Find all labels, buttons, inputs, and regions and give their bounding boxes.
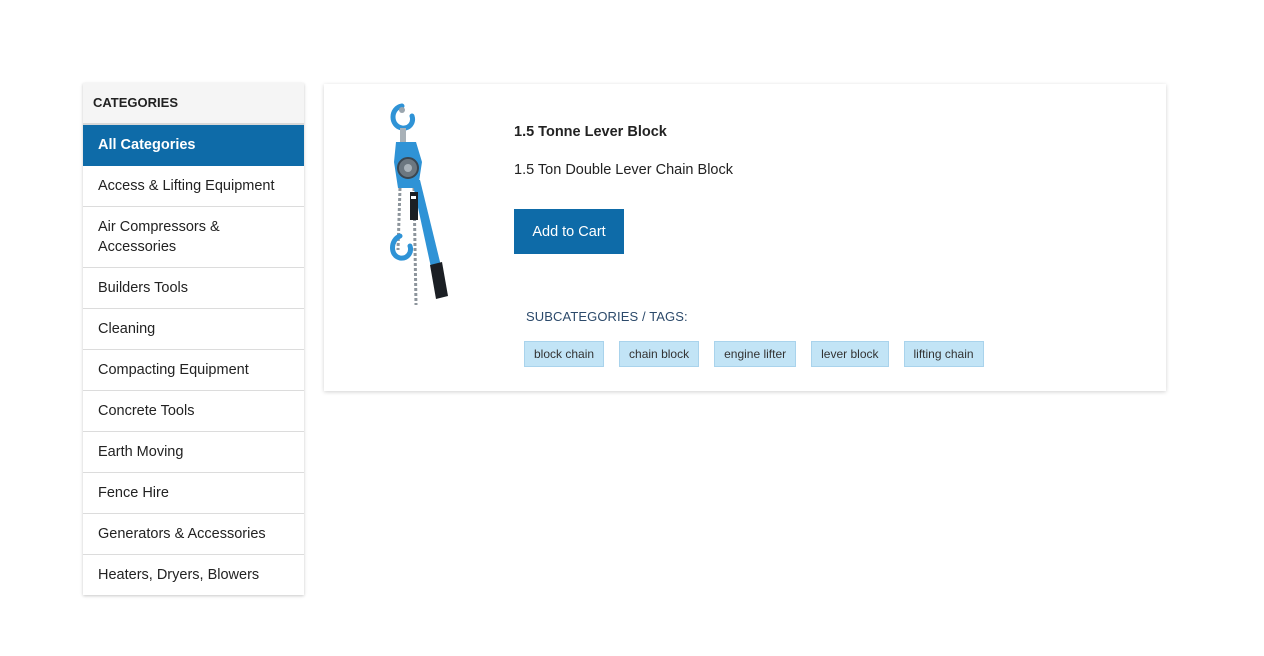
tag-chain-block[interactable]: chain block <box>619 341 700 367</box>
tag-block-chain[interactable]: block chain <box>524 341 605 367</box>
tags-heading-label: SUBCATEGORIES / TAGS <box>526 309 685 324</box>
category-sidebar: CATEGORIES All Categories Access & Lifti… <box>83 83 304 595</box>
lever-block-image[interactable] <box>384 100 454 306</box>
category-item-concrete-tools[interactable]: Concrete Tools <box>83 391 304 432</box>
category-item-access-lifting[interactable]: Access & Lifting Equipment <box>83 166 304 207</box>
category-item-air-compressors[interactable]: Air Compressors & Accessories <box>83 207 304 268</box>
tag-list: block chain chain block engine lifter le… <box>524 341 999 367</box>
category-item-all[interactable]: All Categories <box>83 125 304 166</box>
add-to-cart-button[interactable]: Add to Cart <box>514 209 624 254</box>
category-item-compacting[interactable]: Compacting Equipment <box>83 350 304 391</box>
tag-lever-block[interactable]: lever block <box>811 341 889 367</box>
product-title[interactable]: 1.5 Tonne Lever Block <box>514 124 667 140</box>
category-item-builders-tools[interactable]: Builders Tools <box>83 268 304 309</box>
tags-heading-colon: : <box>684 309 688 324</box>
category-item-cleaning[interactable]: Cleaning <box>83 309 304 350</box>
tag-engine-lifter[interactable]: engine lifter <box>714 341 797 367</box>
category-item-fence-hire[interactable]: Fence Hire <box>83 473 304 514</box>
category-list: All Categories Access & Lifting Equipmen… <box>83 125 304 595</box>
tags-heading: SUBCATEGORIES / TAGS: <box>526 309 688 324</box>
product-card: 1.5 Tonne Lever Block 1.5 Ton Double Lev… <box>324 84 1166 391</box>
tag-lifting-chain[interactable]: lifting chain <box>903 341 984 367</box>
category-item-heaters[interactable]: Heaters, Dryers, Blowers <box>83 555 304 595</box>
product-description: 1.5 Ton Double Lever Chain Block <box>514 162 733 178</box>
categories-heading: CATEGORIES <box>83 83 304 125</box>
category-item-earth-moving[interactable]: Earth Moving <box>83 432 304 473</box>
category-item-generators[interactable]: Generators & Accessories <box>83 514 304 555</box>
